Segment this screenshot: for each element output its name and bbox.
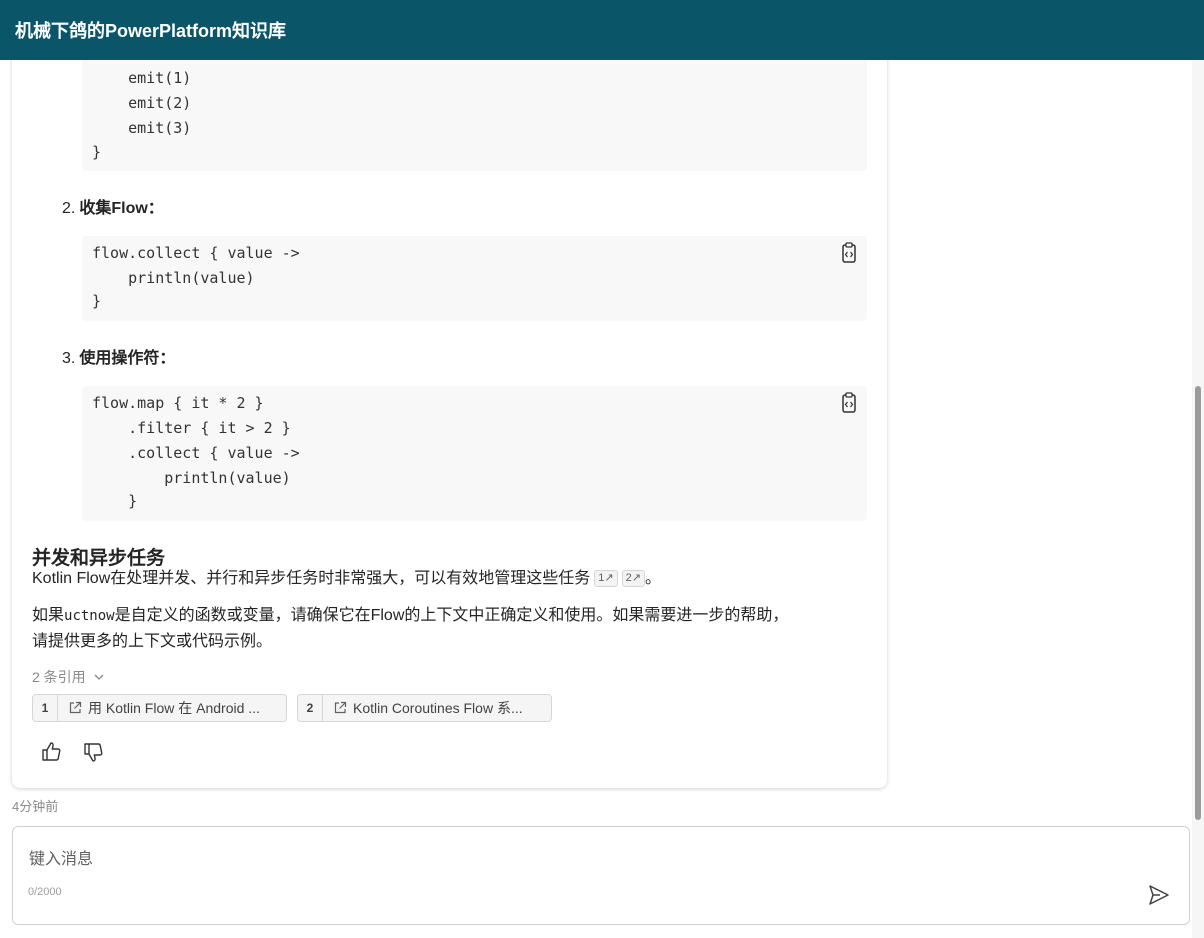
- reference-index: 1: [33, 695, 58, 721]
- bot-message-card: emit(1) emit(2) emit(3) } 2. 收集Flow： flow…: [12, 40, 887, 788]
- reference-chip-1[interactable]: 1 用 Kotlin Flow 在 Android ...: [32, 694, 287, 722]
- send-icon[interactable]: [1147, 883, 1171, 907]
- app-header: 机械下鸽的PowerPlatform知识库: [0, 0, 1204, 60]
- thumbs-up-icon[interactable]: [40, 740, 64, 764]
- code-line: }: [92, 143, 102, 161]
- vertical-scrollbar[interactable]: [1192, 60, 1204, 938]
- code-line: emit(1): [92, 69, 192, 87]
- copy-code-icon[interactable]: [839, 242, 859, 264]
- references-toggle[interactable]: 2 条引用: [32, 667, 104, 687]
- followup-line-1: 如果uctnow是自定义的函数或变量，请确保它在Flow的上下文中正确定义和使用…: [32, 603, 788, 629]
- copy-code-icon[interactable]: [839, 392, 859, 414]
- thumbs-down-icon[interactable]: [82, 740, 106, 764]
- reference-index: 2: [298, 695, 323, 721]
- references-count: 2 条引用: [32, 669, 86, 685]
- list-label: 收集Flow：: [79, 200, 164, 217]
- text-segment: 如果: [32, 607, 65, 624]
- code-block-operators: flow.map { it * 2 } .filter { it > 2 } .…: [82, 386, 867, 521]
- message-timestamp: 4分钟前: [12, 799, 59, 814]
- reference-title: Kotlin Coroutines Flow 系...: [353, 700, 523, 716]
- message-composer: 0/2000: [12, 826, 1190, 925]
- list-label: 使用操作符：: [79, 350, 176, 367]
- external-link-icon: ↗: [631, 572, 641, 584]
- followup-line-2: 请提供更多的上下文或代码示例。: [32, 633, 273, 650]
- app-title: 机械下鸽的PowerPlatform知识库: [15, 21, 287, 41]
- citation-2[interactable]: 2↗: [621, 570, 645, 587]
- reference-title: 用 Kotlin Flow 在 Android ...: [88, 700, 260, 716]
- list-number: 3.: [62, 350, 76, 367]
- citation-1[interactable]: 1↗: [594, 570, 618, 587]
- external-link-icon: [334, 701, 347, 714]
- code-line: emit(2): [92, 94, 192, 112]
- list-item-operators: 3. 使用操作符：: [62, 344, 175, 368]
- code-line: .collect { value ->: [92, 444, 300, 462]
- char-counter: 0/2000: [28, 886, 62, 898]
- code-line: emit(3): [92, 119, 192, 137]
- external-link-icon: ↗: [604, 572, 614, 584]
- section-paragraph: Kotlin Flow在处理并发、并行和异步任务时非常强大，可以有效地管理这些任…: [32, 566, 661, 592]
- code-line: flow.map { it * 2 }: [92, 394, 264, 412]
- external-link-icon: [69, 701, 82, 714]
- code-line: }: [92, 292, 102, 310]
- code-line: flow.collect { value ->: [92, 244, 300, 262]
- text-segment: 是自定义的函数或变量，请确保它在Flow的上下文中正确定义和使用。如果需要进一步…: [114, 607, 789, 624]
- list-item-collect-flow: 2. 收集Flow：: [62, 194, 164, 218]
- code-line: }: [92, 492, 138, 510]
- list-number: 2.: [62, 200, 76, 217]
- code-block-collect: flow.collect { value -> println(value) }: [82, 236, 867, 321]
- paragraph-text: Kotlin Flow在处理并发、并行和异步任务时非常强大，可以有效地管理这些任…: [32, 570, 591, 587]
- reference-chip-2[interactable]: 2 Kotlin Coroutines Flow 系...: [297, 694, 552, 722]
- message-input[interactable]: [27, 843, 1131, 877]
- code-line: .filter { it > 2 }: [92, 419, 291, 437]
- code-line: println(value): [92, 469, 291, 487]
- chevron-down-icon: [94, 674, 104, 680]
- scrollbar-thumb[interactable]: [1195, 386, 1201, 820]
- followup-paragraph: 如果uctnow是自定义的函数或变量，请确保它在Flow的上下文中正确定义和使用…: [32, 603, 788, 655]
- paragraph-period: 。: [644, 570, 661, 587]
- inline-code: uctnow: [64, 608, 115, 624]
- code-line: println(value): [92, 269, 255, 287]
